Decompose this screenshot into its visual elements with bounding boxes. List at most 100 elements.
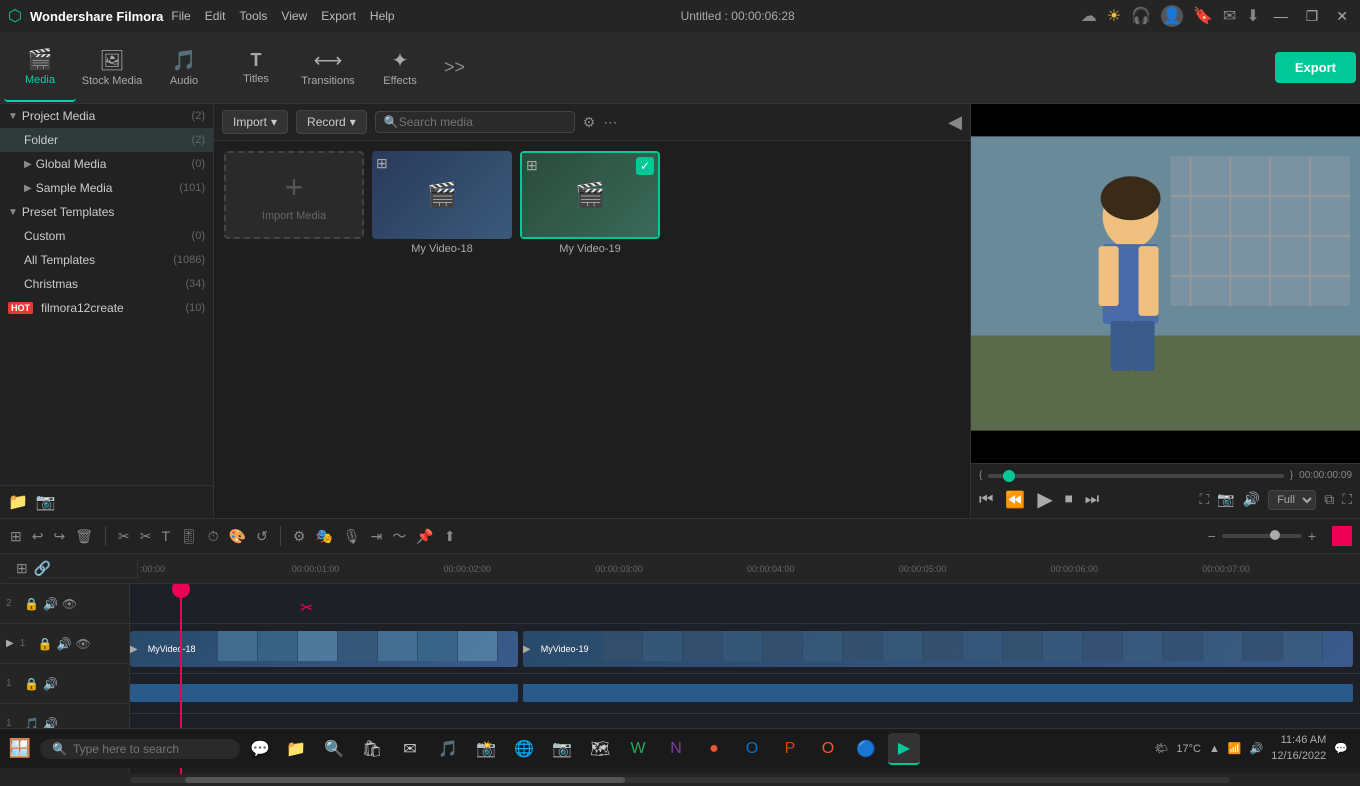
project-media-section[interactable]: ▼ Project Media (2) [0, 104, 213, 128]
v2-eye-icon[interactable]: 👁 [62, 597, 77, 611]
taskbar-search-app[interactable]: 🔍 [318, 733, 350, 765]
speed-icon[interactable]: ⏱ [206, 526, 221, 547]
headset-icon[interactable]: 🎧 [1131, 6, 1151, 26]
zoom-thumb[interactable] [1270, 530, 1280, 540]
v2-audio-icon[interactable]: 🔊 [43, 597, 58, 611]
step-back-button[interactable]: ⏪ [1005, 490, 1025, 510]
record-button[interactable]: Record ▾ [296, 110, 367, 134]
import-button[interactable]: Import ▾ [222, 110, 288, 134]
prev-frame-button[interactable]: ⏮ [979, 491, 993, 509]
more-tools-icon[interactable]: >> [444, 57, 465, 78]
rewind-icon[interactable]: ↺ [254, 526, 270, 547]
scrubber-thumb[interactable] [1003, 470, 1015, 482]
menu-edit[interactable]: Edit [205, 9, 226, 23]
tray-sound-icon[interactable]: 🔊 [1250, 742, 1264, 755]
toolbar-audio[interactable]: 🎵 Audio [148, 34, 220, 102]
toolbar-stock-media[interactable]: 🖼 Stock Media [76, 34, 148, 102]
download-icon[interactable]: ⬇ [1246, 6, 1259, 26]
search-box[interactable]: 🔍 [375, 111, 575, 133]
fullscreen-icon[interactable]: ⛶ [1342, 491, 1352, 508]
menu-view[interactable]: View [281, 9, 307, 23]
taskbar-redapp[interactable]: ● [698, 733, 730, 765]
taskbar-filmora-active[interactable]: ▶ [888, 733, 920, 765]
v1-eye-icon[interactable]: 👁 [76, 637, 91, 651]
volume-icon[interactable]: 🔊 [1243, 491, 1260, 508]
pip2-icon[interactable]: ⧉ [1324, 491, 1334, 508]
global-media-item[interactable]: ▶ Global Media (0) [0, 152, 213, 176]
timeline-scrollbar[interactable] [0, 774, 1360, 786]
taskbar-opera[interactable]: O [812, 733, 844, 765]
maximize-button[interactable]: ❐ [1302, 8, 1323, 25]
import-icon[interactable]: ⬆ [442, 526, 458, 547]
import-media-placeholder[interactable]: + Import Media [224, 151, 364, 508]
snapshot-icon[interactable]: 📷 [1217, 491, 1234, 508]
taskbar-photos[interactable]: 📸 [470, 733, 502, 765]
folder-item[interactable]: Folder (2) [0, 128, 213, 152]
taskbar-chrome[interactable]: 🔵 [850, 733, 882, 765]
taskbar-spotify[interactable]: 🎵 [432, 733, 464, 765]
color-icon[interactable]: 🎨 [227, 526, 248, 547]
scene-icon[interactable]: 🎭 [313, 526, 334, 547]
export-button[interactable]: Export [1275, 52, 1356, 83]
menu-tools[interactable]: Tools [239, 9, 267, 23]
scrollbar-thumb[interactable] [185, 777, 625, 783]
more-options-icon[interactable]: ⋯ [603, 114, 617, 131]
sample-media-item[interactable]: ▶ Sample Media (101) [0, 176, 213, 200]
audio-mix-icon[interactable]: 🎚 [178, 526, 200, 547]
mail-icon[interactable]: ✉ [1223, 6, 1236, 26]
sticker-icon[interactable]: 📌 [414, 526, 435, 547]
toolbar-media[interactable]: 🎬 Media [4, 34, 76, 102]
zoom-in-icon[interactable]: + [1306, 526, 1318, 546]
zoom-slider[interactable] [1222, 534, 1302, 538]
v1-lock-icon[interactable]: 🔒 [38, 637, 53, 651]
undo-icon[interactable]: ↩ [30, 526, 46, 547]
add-track-button[interactable]: ⊞ [16, 560, 28, 577]
redo-icon[interactable]: ↪ [51, 526, 67, 547]
add-track-icon[interactable]: ⊞ [8, 526, 24, 547]
taskbar-instagram[interactable]: 📷 [546, 733, 578, 765]
close-button[interactable]: ✕ [1332, 8, 1352, 25]
cloud-icon[interactable]: ☁ [1081, 6, 1097, 26]
taskbar-powerpoint[interactable]: P [774, 733, 806, 765]
motion-icon[interactable]: 〜 [390, 524, 408, 548]
stop-button[interactable]: ⏹ [1065, 491, 1073, 509]
taskbar-file-explorer[interactable]: 📁 [280, 733, 312, 765]
add-media-icon[interactable]: 📷 [36, 492, 56, 512]
menu-file[interactable]: File [171, 9, 190, 23]
v2-track-row[interactable] [130, 584, 1360, 624]
filter-icon[interactable]: ⚙ [583, 114, 596, 131]
a1-lock-icon[interactable]: 🔒 [24, 677, 39, 691]
audio-clip-2[interactable] [523, 684, 1353, 702]
taskbar-search-input[interactable] [73, 742, 213, 756]
media-item-video18[interactable]: 🎬 ⊞ My Video-18 [372, 151, 512, 508]
quality-select[interactable]: Full 1/2 1/4 [1268, 490, 1316, 510]
notification-icon[interactable]: 💬 [1334, 742, 1348, 755]
v1-audio-icon[interactable]: 🔊 [57, 637, 72, 651]
taskbar-word[interactable]: W [622, 733, 654, 765]
taskview-button[interactable]: 💬 [244, 733, 276, 765]
system-tray-icon1[interactable]: 🌤 [1154, 742, 1168, 755]
custom-item[interactable]: Custom (0) [0, 224, 213, 248]
taskbar-outlook[interactable]: O [736, 733, 768, 765]
sun-icon[interactable]: ☀ [1107, 6, 1121, 26]
a1-audio-icon[interactable]: 🔊 [43, 677, 58, 691]
clip-video18[interactable]: ▶ MyVideo-18 [130, 631, 518, 667]
next-frame-button[interactable]: ⏭ [1085, 491, 1099, 509]
snap-button[interactable]: 🔗 [34, 560, 51, 577]
taskbar-store[interactable]: 🛍 [356, 733, 388, 765]
windows-start-button[interactable]: 🪟 [4, 733, 36, 765]
all-templates-item[interactable]: All Templates (1086) [0, 248, 213, 272]
scrubber-track[interactable] [988, 474, 1283, 478]
christmas-item[interactable]: Christmas (34) [0, 272, 213, 296]
taskbar-edge[interactable]: 🌐 [508, 733, 540, 765]
taskbar-mail[interactable]: ✉ [394, 733, 426, 765]
collapse-left-icon[interactable]: ◀ [948, 112, 962, 133]
cut-icon[interactable]: ✂ [116, 526, 132, 547]
taskbar-search-box[interactable]: 🔍 [40, 739, 240, 759]
toolbar-effects[interactable]: ✦ Effects [364, 34, 436, 102]
audio-track-row[interactable] [130, 674, 1360, 714]
v1-track-row[interactable]: ▶ MyVideo-18 ▶ MyVideo-19 [130, 624, 1360, 674]
menu-export[interactable]: Export [321, 9, 356, 23]
toolbar-titles[interactable]: T Titles [220, 34, 292, 102]
up-arrow-icon[interactable]: ▲ [1209, 743, 1220, 755]
